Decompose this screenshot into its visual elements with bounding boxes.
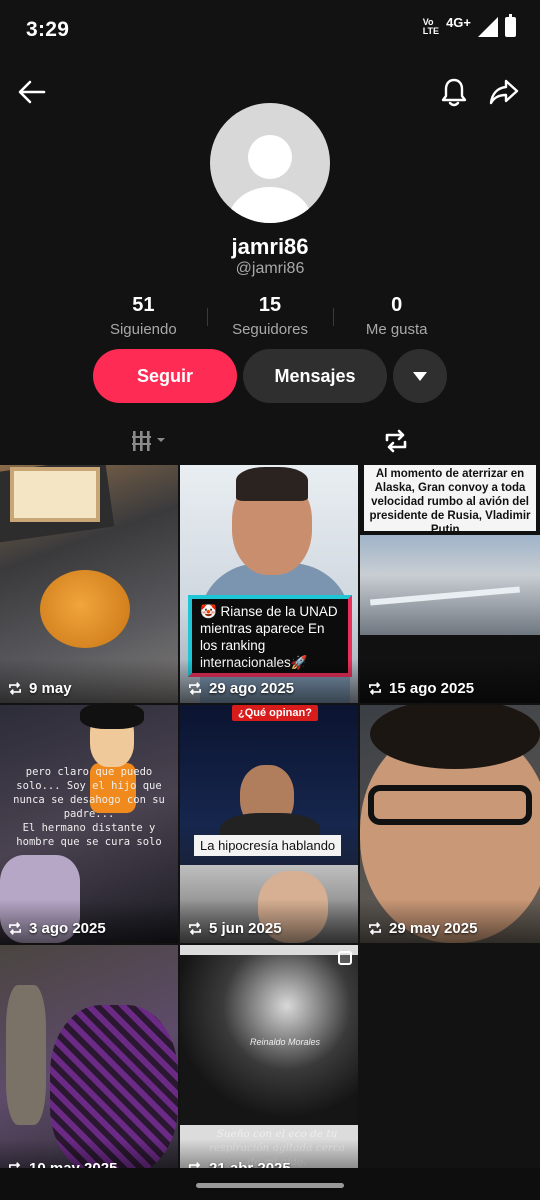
video-thumbnail[interactable]: 10 may 2025 bbox=[0, 945, 178, 1183]
video-caption-secondary: El hermano distante y hombre que se cura… bbox=[16, 822, 162, 848]
tab-reposts[interactable] bbox=[366, 418, 426, 464]
video-tag: ¿Qué opinan? bbox=[232, 705, 318, 721]
video-caption: La hipocresía hablando bbox=[194, 835, 342, 856]
username: @jamri86 bbox=[235, 260, 305, 277]
video-thumbnail[interactable]: Al momento de aterrizar en Alaska, Gran … bbox=[360, 465, 540, 703]
volte-indicator: Vo LTE bbox=[422, 17, 440, 36]
repost-icon bbox=[9, 922, 21, 935]
repost-icon bbox=[189, 922, 201, 935]
avatar-body-shape bbox=[228, 187, 312, 223]
chevron-down-icon bbox=[413, 371, 427, 381]
stat-value: 51 bbox=[132, 294, 155, 316]
stat-label: Me gusta bbox=[365, 321, 428, 338]
tab-videos[interactable] bbox=[120, 418, 180, 464]
stat-value: 0 bbox=[391, 294, 403, 316]
photo-carousel-icon bbox=[338, 951, 352, 965]
video-grid: 9 may 🤡 Rianse de la UNAD mientras apare… bbox=[0, 465, 540, 1183]
video-thumbnail[interactable]: pero claro que puedo solo... Soy el hijo… bbox=[0, 705, 178, 943]
video-thumbnail[interactable]: 9 may bbox=[0, 465, 178, 703]
video-date: 9 may bbox=[29, 680, 72, 697]
video-date: 15 ago 2025 bbox=[389, 680, 475, 697]
repost-icon bbox=[385, 429, 407, 453]
video-meta: 5 jun 2025 bbox=[187, 920, 282, 937]
profile-stats: 51 Siguiendo 15 Seguidores 0 Me gusta bbox=[80, 294, 460, 342]
video-meta: 29 may 2025 bbox=[367, 920, 477, 937]
grid-icon bbox=[132, 431, 165, 451]
profile-screen: 3:29 Vo LTE 4G+ jamri86 @jamri86 51 Sigu… bbox=[0, 0, 540, 1200]
repost-icon bbox=[189, 682, 201, 695]
stat-followers[interactable]: 15 Seguidores bbox=[206, 294, 334, 342]
status-bar: 3:29 Vo LTE 4G+ bbox=[0, 0, 540, 62]
video-meta: 15 ago 2025 bbox=[367, 680, 474, 697]
notifications-button[interactable] bbox=[434, 72, 474, 112]
repost-icon bbox=[9, 682, 21, 695]
follow-button[interactable]: Seguir bbox=[93, 349, 237, 403]
stat-following[interactable]: 51 Siguiendo bbox=[80, 294, 207, 342]
video-date: 5 jun 2025 bbox=[209, 920, 282, 937]
content-tabs bbox=[0, 418, 540, 464]
display-name: jamri86 bbox=[231, 234, 309, 259]
video-meta: 9 may bbox=[7, 680, 72, 697]
video-signature: Reinaldo Morales bbox=[250, 1037, 321, 1047]
avatar-head-shape bbox=[248, 135, 292, 179]
status-icons: Vo LTE 4G+ bbox=[422, 14, 516, 37]
video-thumbnail[interactable]: ¿Qué opinan? La hipocresía hablando 5 ju… bbox=[180, 705, 358, 943]
profile-actions: Seguir Mensajes bbox=[93, 349, 447, 403]
share-icon bbox=[489, 79, 519, 105]
stat-label: Siguiendo bbox=[109, 321, 177, 338]
network-type: 4G+ bbox=[446, 14, 471, 30]
signal-icon bbox=[478, 17, 498, 37]
video-meta: 3 ago 2025 bbox=[7, 920, 106, 937]
bell-icon bbox=[441, 78, 467, 107]
back-arrow-icon bbox=[18, 80, 46, 104]
message-button[interactable]: Mensajes bbox=[243, 349, 387, 403]
video-date: 29 ago 2025 bbox=[209, 680, 295, 697]
video-thumbnail[interactable]: 🤡 Rianse de la UNAD mientras aparece En … bbox=[180, 465, 358, 703]
video-meta: 29 ago 2025 bbox=[187, 680, 294, 697]
video-caption: pero claro que puedo solo... Soy el hijo… bbox=[13, 766, 165, 820]
video-caption: Al momento de aterrizar en Alaska, Gran … bbox=[364, 465, 536, 536]
repost-icon bbox=[369, 922, 381, 935]
back-button[interactable] bbox=[12, 72, 52, 112]
stat-label: Seguidores bbox=[232, 321, 308, 338]
video-date: 3 ago 2025 bbox=[29, 920, 106, 937]
more-options-button[interactable] bbox=[393, 349, 447, 403]
video-thumbnail[interactable]: Reinaldo Morales Sueño con el eco de tu … bbox=[180, 945, 358, 1183]
avatar[interactable] bbox=[210, 103, 330, 223]
status-time: 3:29 bbox=[26, 18, 70, 41]
video-thumbnail[interactable]: 29 may 2025 bbox=[360, 705, 540, 943]
home-indicator[interactable] bbox=[196, 1183, 344, 1188]
repost-icon bbox=[369, 682, 381, 695]
video-date: 29 may 2025 bbox=[389, 920, 478, 937]
share-button[interactable] bbox=[484, 72, 524, 112]
battery-icon bbox=[505, 14, 516, 37]
stat-likes: 0 Me gusta bbox=[333, 294, 460, 342]
stat-value: 15 bbox=[258, 294, 282, 316]
